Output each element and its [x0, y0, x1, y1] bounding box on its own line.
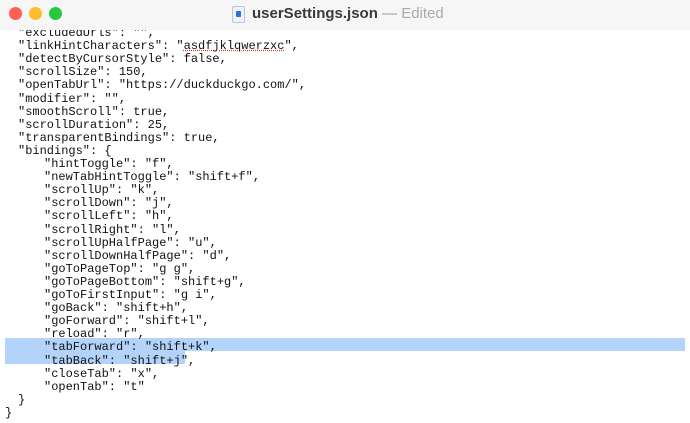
code-line: "smoothScroll": true,	[18, 104, 170, 119]
title-separator: —	[377, 5, 402, 22]
code-line: }	[18, 392, 26, 407]
code-text: "linkHintCharacters": "	[18, 39, 184, 54]
code-line: "scrollLeft": "h",	[44, 209, 174, 224]
minimize-window-button[interactable]	[29, 7, 42, 20]
code-line: "scrollDownHalfPage": "d",	[44, 248, 232, 263]
maximize-window-button[interactable]	[49, 7, 62, 20]
code-line: }	[5, 405, 13, 420]
edited-status: Edited	[401, 5, 444, 22]
code-line: "scrollDuration": 25,	[18, 117, 170, 132]
code-line: "closeTab": "x",	[44, 366, 160, 381]
code-line: "modifier": "",	[18, 91, 127, 106]
code-line: "scrollRight": "l",	[44, 222, 181, 237]
window-title: userSettings.json — Edited	[232, 5, 444, 23]
code-text: ",	[284, 39, 299, 54]
misspelled-word: asdfjklqwerzxc	[183, 39, 285, 54]
code-line: "goToPageTop": "g g",	[44, 261, 196, 276]
code-line: "tabForward": "shift+k",	[44, 340, 217, 355]
code-line: "transparentBindings": true,	[18, 130, 220, 145]
close-window-button[interactable]	[9, 7, 22, 20]
code-line: "scrollUpHalfPage": "u",	[44, 235, 217, 250]
code-line: "openTabUrl": "https://duckduckgo.com/",	[18, 78, 307, 93]
text-editor[interactable]: "excludedUrls": "", "linkHintCharacters":…	[0, 17, 690, 423]
code-line: "openTab": "t"	[44, 379, 145, 394]
filename: userSettings.json	[252, 5, 378, 22]
code-line: "tabBack": "shift+j",	[44, 353, 196, 368]
json-file-icon	[232, 6, 245, 23]
title-bar: userSettings.json — Edited	[0, 0, 690, 30]
